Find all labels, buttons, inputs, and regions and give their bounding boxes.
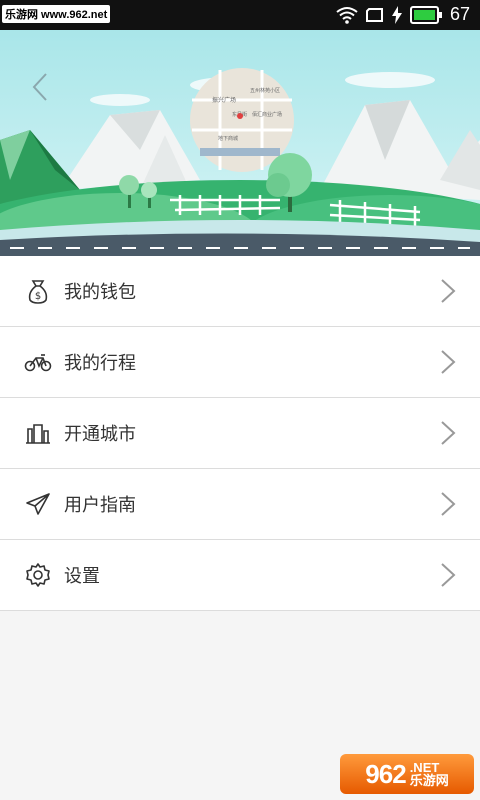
chevron-right-icon <box>441 421 456 445</box>
money-bag-icon: $ <box>24 277 52 305</box>
chevron-left-icon <box>32 73 47 101</box>
paper-plane-icon <box>24 490 52 518</box>
menu-item-label: 设置 <box>64 566 100 587</box>
menu-item-label: 开通城市 <box>64 424 136 445</box>
status-bar: 乐游网 www.962.net 67 <box>0 0 480 30</box>
watermark-cn: 乐游网 <box>409 773 449 788</box>
battery-percent: 67 <box>449 4 470 24</box>
wifi-icon <box>336 6 358 24</box>
map-label: 振兴广场 <box>212 96 236 104</box>
svg-text:$: $ <box>35 291 41 302</box>
chevron-right-icon <box>441 492 456 516</box>
status-icons: 67 <box>336 4 470 25</box>
chevron-right-icon <box>441 563 456 587</box>
watermark-logo: 962 .NET 乐游网 <box>340 754 474 794</box>
bicycle-icon <box>24 348 52 376</box>
menu-item-wallet[interactable]: $ 我的钱包 <box>0 256 480 327</box>
watermark-label: 乐游网 www.962.net <box>2 5 111 23</box>
map-label: 五州林苑小区 <box>250 87 280 94</box>
menu-item-label: 我的钱包 <box>64 282 136 303</box>
city-icon <box>24 419 52 447</box>
menu-item-label: 我的行程 <box>64 353 136 374</box>
banner-illustration: 振兴广场 五州林苑小区 东风街 佰汇商业广场 地下商城 <box>0 68 480 256</box>
back-button[interactable] <box>26 70 56 104</box>
chevron-right-icon <box>441 350 456 374</box>
watermark-right: .NET 乐游网 <box>410 761 449 787</box>
watermark-number: 962 <box>365 758 406 789</box>
menu-item-trips[interactable]: 我的行程 <box>0 327 480 398</box>
chevron-right-icon <box>441 279 456 303</box>
menu-list: $ 我的钱包 我的行程 开通城市 用户指南 设置 <box>0 256 480 611</box>
charging-icon <box>391 5 402 24</box>
map-label: 地下商城 <box>218 135 238 142</box>
battery-icon <box>409 5 442 24</box>
menu-item-cities[interactable]: 开通城市 <box>0 398 480 469</box>
map-label: 佰汇商业广场 <box>252 111 282 118</box>
menu-item-guide[interactable]: 用户指南 <box>0 469 480 540</box>
gear-icon <box>24 561 52 589</box>
menu-item-settings[interactable]: 设置 <box>0 540 480 611</box>
menu-item-label: 用户指南 <box>64 495 136 516</box>
header-banner: 振兴广场 五州林苑小区 东风街 佰汇商业广场 地下商城 <box>0 30 480 256</box>
screen-icon <box>365 7 383 22</box>
